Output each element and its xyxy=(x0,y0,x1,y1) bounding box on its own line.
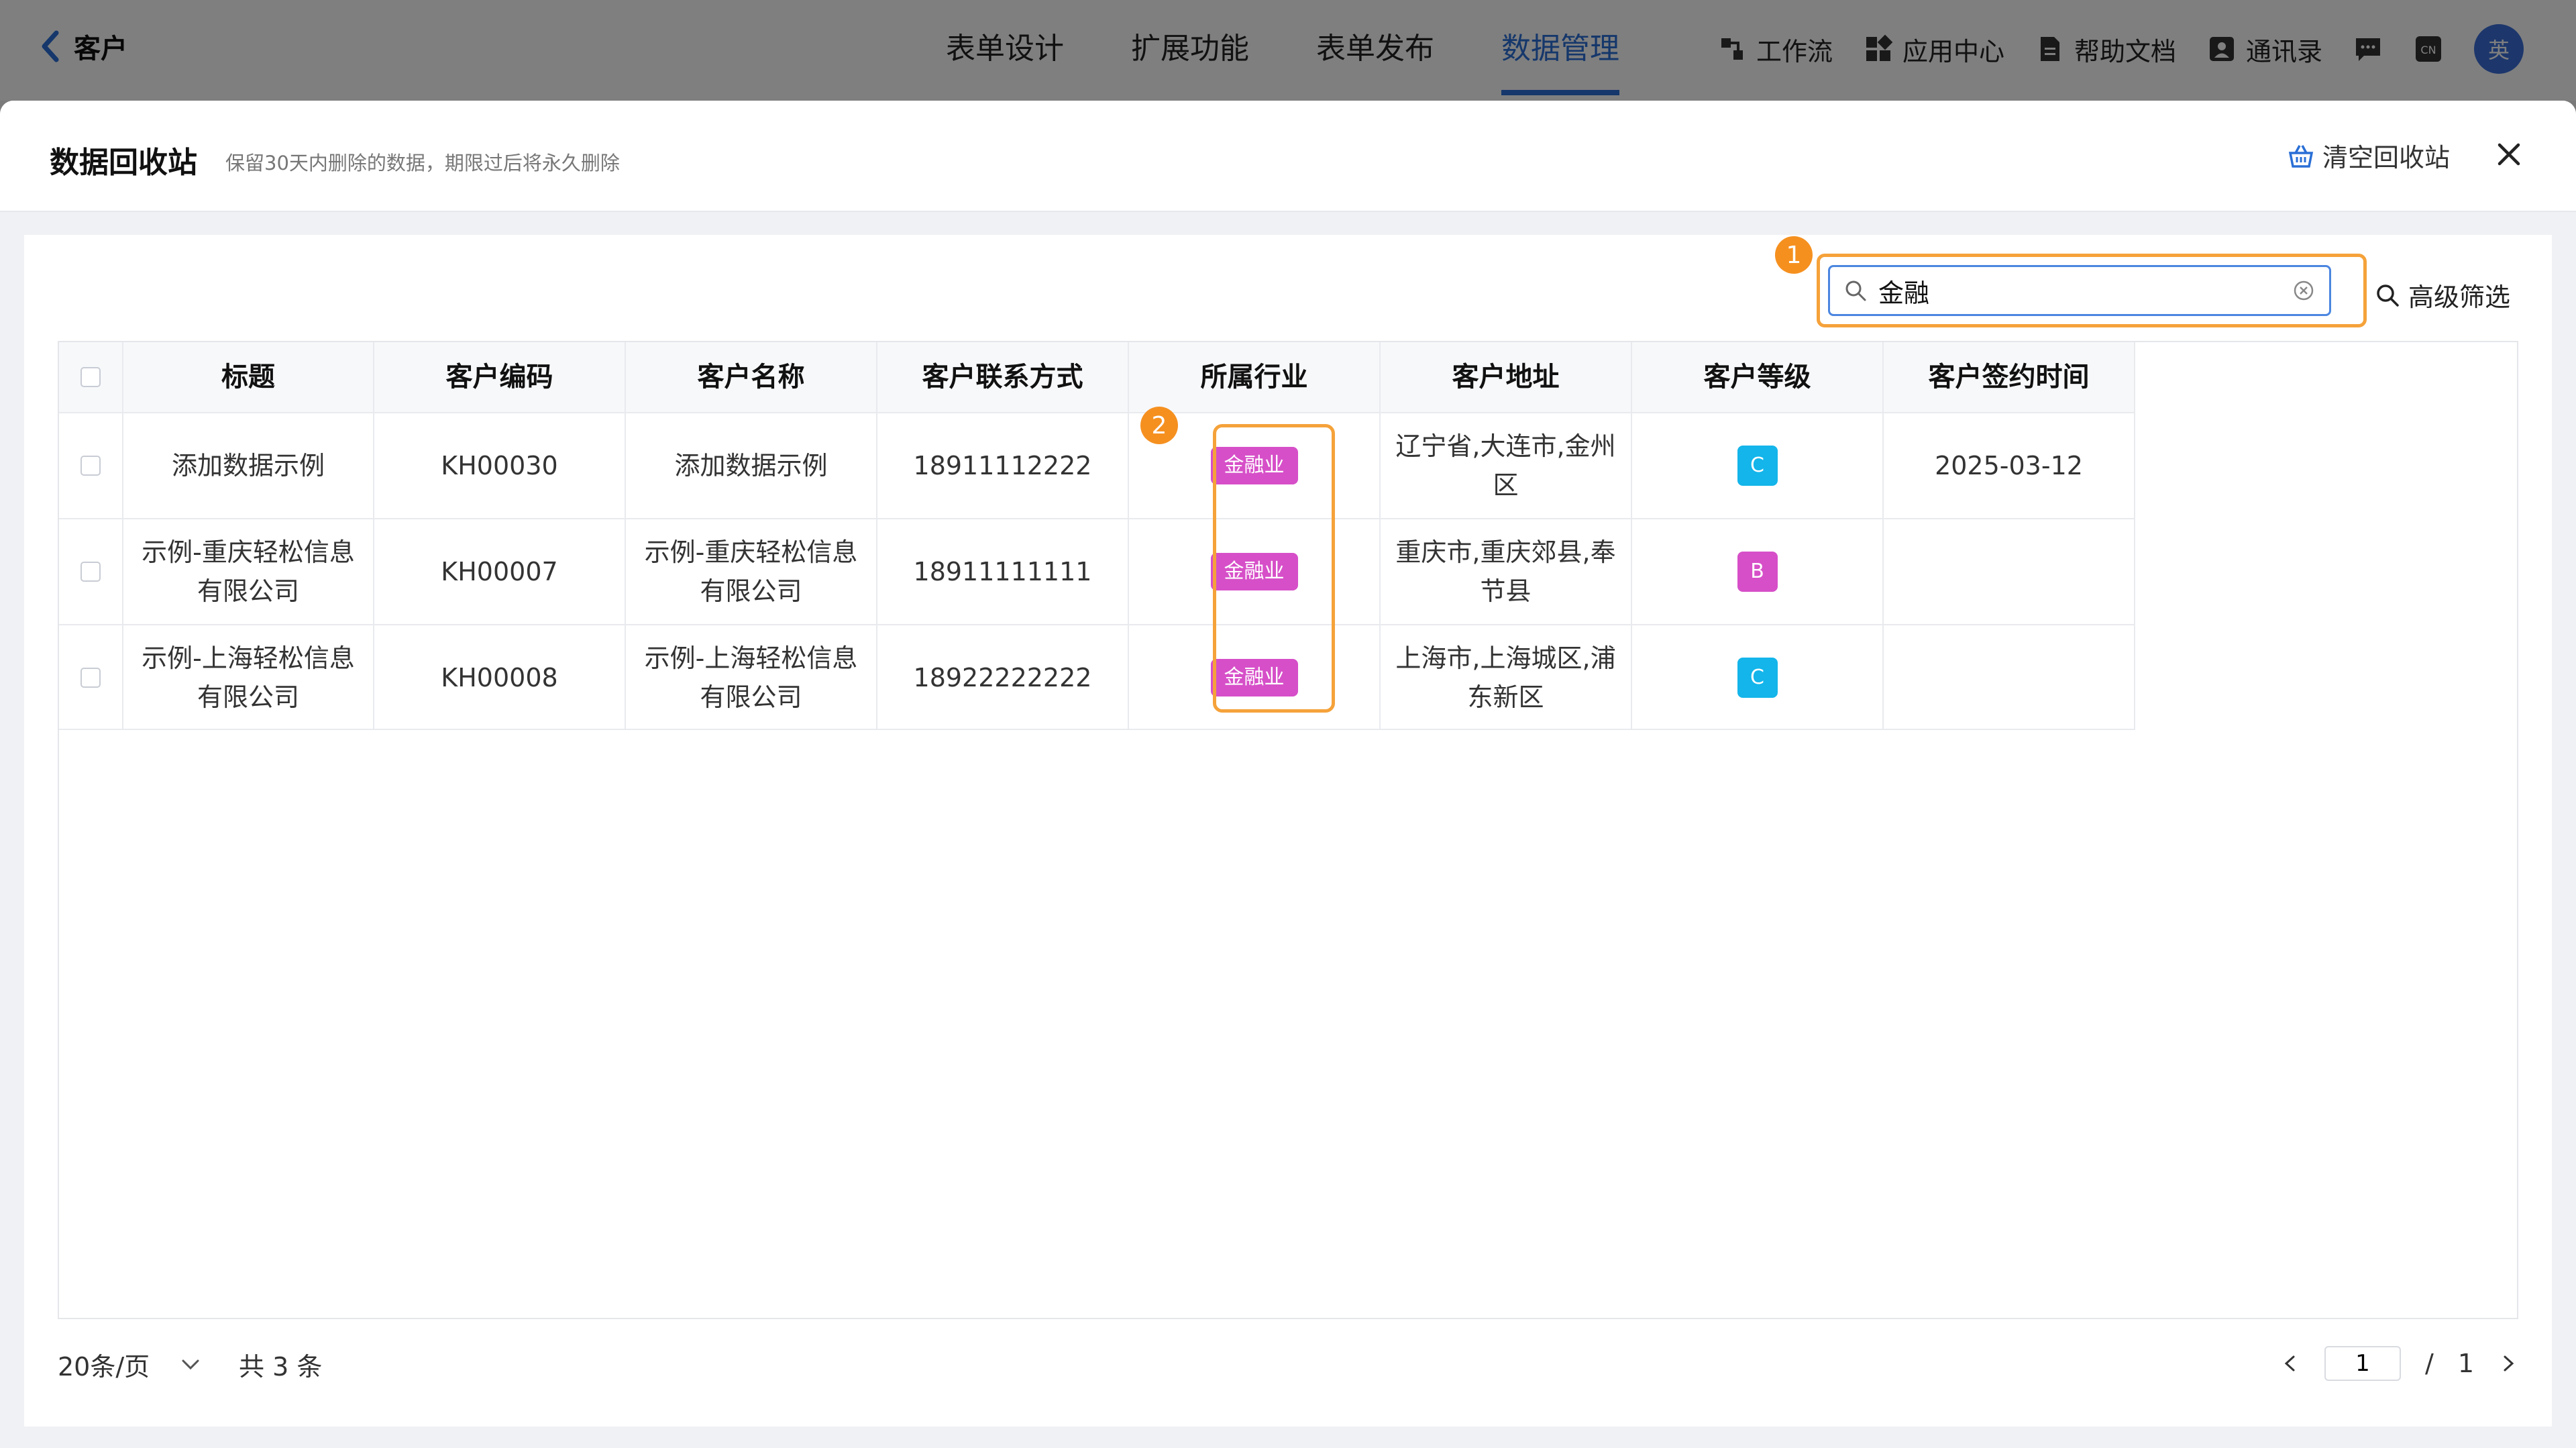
header-code[interactable]: 客户编码 xyxy=(374,342,626,412)
next-page-icon[interactable] xyxy=(2498,1353,2518,1374)
advanced-filter-label: 高级筛选 xyxy=(2408,282,2511,312)
cell-level: B xyxy=(1632,519,1884,624)
industry-tag: 金融业 xyxy=(1210,447,1298,484)
cell-level: C xyxy=(1632,625,1884,730)
cell-industry: 金融业 xyxy=(1129,625,1381,730)
row-checkbox-cell xyxy=(59,625,123,730)
cell-title: 示例-上海轻松信息有限公司 xyxy=(123,625,374,730)
cell-code: KH00007 xyxy=(374,519,626,624)
page-separator: / xyxy=(2425,1349,2434,1378)
table-header: 标题 客户编码 客户名称 客户联系方式 所属行业 客户地址 客户等级 客户签约时… xyxy=(59,342,2135,412)
level-badge: C xyxy=(1737,658,1778,698)
close-icon[interactable] xyxy=(2494,140,2524,169)
cell-name: 添加数据示例 xyxy=(626,413,877,518)
header-address[interactable]: 客户地址 xyxy=(1381,342,1632,412)
page-size-select[interactable]: 20条/页 xyxy=(58,1346,202,1383)
cell-sign-date xyxy=(1884,519,2135,624)
pagination: / 1 xyxy=(2280,1346,2518,1381)
header-industry[interactable]: 所属行业 xyxy=(1129,342,1381,412)
row-checkbox[interactable] xyxy=(80,562,101,582)
content-area: 1 高级筛选 标题 客户编码 客户名称 客户联系方式 所属行业 客户地址 客户等… xyxy=(24,235,2552,1427)
cell-code: KH00008 xyxy=(374,625,626,730)
search-icon xyxy=(2377,284,2399,307)
select-all-checkbox[interactable] xyxy=(80,367,101,387)
cell-level: C xyxy=(1632,413,1884,518)
cell-title: 添加数据示例 xyxy=(123,413,374,518)
cell-name: 示例-上海轻松信息有限公司 xyxy=(626,625,877,730)
row-checkbox-cell xyxy=(59,519,123,624)
industry-tag: 金融业 xyxy=(1210,659,1298,696)
cell-address: 辽宁省,大连市,金州区 xyxy=(1381,413,1632,518)
table-row[interactable]: 示例-重庆轻松信息有限公司 KH00007 示例-重庆轻松信息有限公司 1891… xyxy=(59,518,2135,624)
cell-phone: 18922222222 xyxy=(877,625,1129,730)
prev-page-icon[interactable] xyxy=(2280,1353,2300,1374)
cell-code: KH00030 xyxy=(374,413,626,518)
clear-recycle-bin-button[interactable]: 清空回收站 xyxy=(2288,137,2450,174)
step-badge-2: 2 xyxy=(1140,407,1178,444)
clear-input-icon[interactable] xyxy=(2292,278,2316,303)
header-title[interactable]: 标题 xyxy=(123,342,374,412)
step-badge-1: 1 xyxy=(1775,236,1813,274)
header-name[interactable]: 客户名称 xyxy=(626,342,877,412)
header-phone[interactable]: 客户联系方式 xyxy=(877,342,1129,412)
header-sign-date[interactable]: 客户签约时间 xyxy=(1884,342,2135,412)
advanced-filter-button[interactable]: 高级筛选 xyxy=(2375,276,2510,313)
cell-sign-date: 2025-03-12 xyxy=(1884,413,2135,518)
basket-icon xyxy=(2288,144,2314,168)
data-table: 标题 客户编码 客户名称 客户联系方式 所属行业 客户地址 客户等级 客户签约时… xyxy=(58,341,2518,1319)
select-all-cell xyxy=(59,342,123,412)
level-badge: B xyxy=(1737,552,1778,592)
search-highlight xyxy=(1817,254,2367,327)
header-level[interactable]: 客户等级 xyxy=(1632,342,1884,412)
top-bar: 客户 表单设计 扩展功能 表单发布 数据管理 工作流 应用中心 帮助文档 通讯录… xyxy=(0,0,2576,101)
panel-subtitle: 保留30天内删除的数据，期限过后将永久删除 xyxy=(225,152,620,174)
cell-industry: 金融业 xyxy=(1129,519,1381,624)
clear-recycle-bin-label: 清空回收站 xyxy=(2322,143,2451,172)
industry-tag: 金融业 xyxy=(1210,553,1298,590)
cell-address: 上海市,上海城区,浦东新区 xyxy=(1381,625,1632,730)
recycle-bin-panel: 数据回收站 保留30天内删除的数据，期限过后将永久删除 清空回收站 1 高级筛选… xyxy=(0,101,2576,1448)
cell-name: 示例-重庆轻松信息有限公司 xyxy=(626,519,877,624)
page-size-label: 20条/页 xyxy=(58,1352,150,1382)
panel-header: 数据回收站 保留30天内删除的数据，期限过后将永久删除 清空回收站 xyxy=(0,101,2576,212)
panel-title: 数据回收站 xyxy=(50,146,197,180)
search-icon xyxy=(1845,280,1866,301)
table-row[interactable]: 示例-上海轻松信息有限公司 KH00008 示例-上海轻松信息有限公司 1892… xyxy=(59,624,2135,730)
level-badge: C xyxy=(1737,446,1778,486)
cell-phone: 18911111111 xyxy=(877,519,1129,624)
modal-backdrop xyxy=(0,0,2576,101)
table-footer: 20条/页 共 3 条 / 1 xyxy=(58,1346,2518,1386)
cell-title: 示例-重庆轻松信息有限公司 xyxy=(123,519,374,624)
cell-phone: 18911112222 xyxy=(877,413,1129,518)
row-checkbox[interactable] xyxy=(80,668,101,688)
table-row[interactable]: 添加数据示例 KH00030 添加数据示例 18911112222 金融业 辽宁… xyxy=(59,412,2135,518)
chevron-down-icon xyxy=(182,1359,199,1369)
total-count: 共 3 条 xyxy=(239,1352,323,1382)
row-checkbox[interactable] xyxy=(80,456,101,476)
total-pages: 1 xyxy=(2457,1349,2474,1378)
row-checkbox-cell xyxy=(59,413,123,518)
cell-address: 重庆市,重庆郊县,奉节县 xyxy=(1381,519,1632,624)
search-input[interactable] xyxy=(1878,276,2281,305)
cell-sign-date xyxy=(1884,625,2135,730)
page-number-input[interactable] xyxy=(2324,1346,2401,1381)
search-box xyxy=(1828,265,2331,316)
